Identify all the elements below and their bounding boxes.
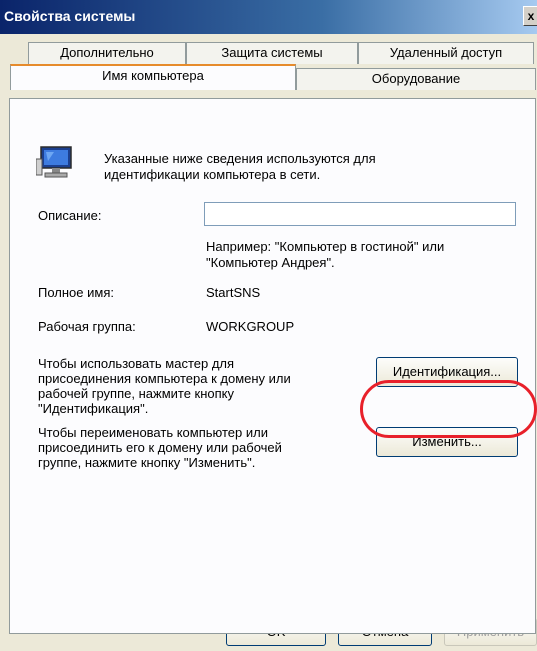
dialog-body: Дополнительно Защита системы Удаленный д… [0,34,537,651]
tab-computer-name[interactable]: Имя компьютера [10,64,296,90]
rename-text-1: Чтобы переименовать компьютер или [38,425,268,440]
intro-line-1: Указанные ниже сведения используются для [104,151,376,166]
wizard-text-2: присоединения компьютера к домену или [38,371,291,386]
computer-name-panel: Указанные ниже сведения используются для… [9,98,536,634]
rename-text-2: присоединить его к домену или рабочей [38,440,282,455]
full-name-value: StartSNS [206,285,261,300]
description-label: Описание: [38,208,102,223]
red-highlight-circle [360,380,537,438]
rename-text-3: группе, нажмите кнопку "Изменить". [38,455,256,470]
workgroup-value: WORKGROUP [206,319,295,334]
tab-advanced[interactable]: Дополнительно [28,42,186,64]
full-name-label: Полное имя: [38,285,114,300]
tab-remote-access[interactable]: Удаленный доступ [358,42,534,64]
title-bar: Свойства системы x [0,0,537,34]
window-title: Свойства системы [4,8,136,24]
computer-icon [36,145,76,179]
example-line-2: "Компьютер Андрея". [206,255,335,270]
description-field[interactable] [204,202,516,226]
wizard-text-4: "Идентификация". [38,401,149,416]
wizard-text-3: рабочей группе, нажмите кнопку [38,386,235,401]
tab-system-protection[interactable]: Защита системы [186,42,358,64]
close-button[interactable]: x [523,6,537,26]
wizard-text-1: Чтобы использовать мастер для [38,356,235,371]
workgroup-label: Рабочая группа: [38,319,136,334]
tab-hardware[interactable]: Оборудование [296,68,536,90]
intro-line-2: идентификации компьютера в сети. [104,167,321,182]
example-line-1: Например: "Компьютер в гостиной" или [206,239,445,254]
